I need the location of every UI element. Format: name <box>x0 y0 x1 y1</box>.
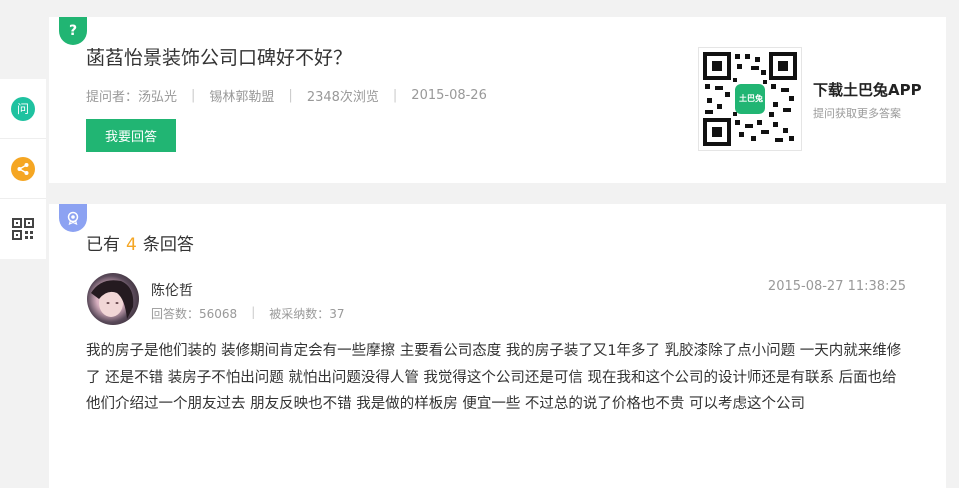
side-toolbar: 问 <box>0 79 46 259</box>
ask-question-button[interactable]: 问 <box>0 79 46 139</box>
question-mark-icon: ? <box>59 17 87 45</box>
medal-icon <box>59 204 87 232</box>
meta-divider: | <box>191 88 196 103</box>
answer-count-prefix: 已有 <box>86 235 120 255</box>
answerer-stats: 回答数：56068 | 被采纳数：37 <box>151 305 345 322</box>
qr-brand-logo: 土巴兔 <box>739 94 763 103</box>
answer-text: 我的房子是他们装的 装修期间肯定会有一些摩擦 主要看公司态度 我的房子装了又1年… <box>86 343 902 412</box>
app-download-subtitle: 提问获取更多答案 <box>813 107 901 120</box>
answer-count-suffix: 条回答 <box>142 235 194 255</box>
share-button[interactable] <box>0 139 46 199</box>
answer-count-heading: 已有 4 条回答 <box>86 230 194 255</box>
qr-code-button[interactable] <box>0 199 46 259</box>
answers-card: 已有 4 条回答 陈伦哲 回答数：56068 | 被采纳数：37 2015-08-2… <box>49 204 946 488</box>
answerer-name[interactable]: 陈伦哲 <box>151 280 193 300</box>
location: 锡林郭勒盟 <box>209 90 275 105</box>
answer-count: 4 <box>126 235 137 255</box>
meta-divider: | <box>288 88 293 103</box>
meta-divider: | <box>392 88 398 103</box>
view-count: 2348次浏览 <box>306 90 379 105</box>
answer-button[interactable]: 我要回答 <box>86 119 176 152</box>
qr-code-icon <box>12 218 34 240</box>
app-download-title[interactable]: 下载土巴兔APP <box>813 79 922 100</box>
asker: 提问者：汤弘光 <box>86 90 178 105</box>
stats-divider: | <box>251 305 256 319</box>
question-title: 菡萏怡景装饰公司口碑好不好？ <box>86 47 353 69</box>
question-card: ? 菡萏怡景装饰公司口碑好不好？ 提问者：汤弘光 | 锡林郭勒盟 | 2348次… <box>49 17 946 183</box>
question-date: 2015-08-26 <box>411 88 487 103</box>
answer-time: 2015-08-27 11:38:25 <box>767 279 906 294</box>
question-meta: 提问者：汤弘光 | 锡林郭勒盟 | 2348次浏览 | 2015-08-26 <box>86 86 487 105</box>
avatar[interactable] <box>87 273 139 325</box>
ask-icon-label: 问 <box>16 102 29 116</box>
share-icon <box>11 156 35 181</box>
adopted-total: 被采纳数：37 <box>269 307 345 321</box>
answer-total: 回答数：56068 <box>151 307 238 321</box>
ask-icon: 问 <box>11 96 35 121</box>
question-badge-label: ? <box>68 23 78 39</box>
app-qr-code: 土巴兔 <box>698 47 802 151</box>
